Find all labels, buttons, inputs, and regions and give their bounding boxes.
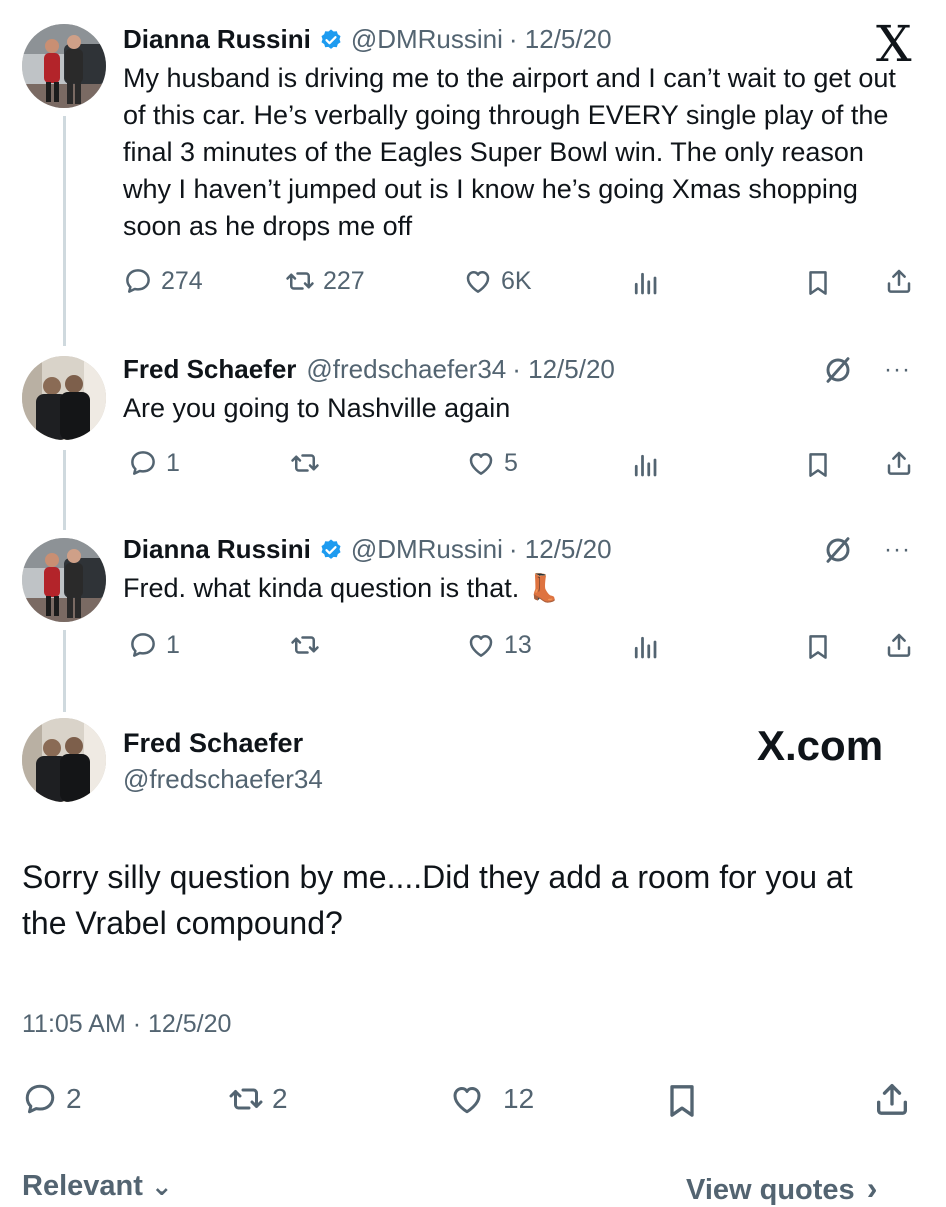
like-count: 13 bbox=[504, 630, 532, 659]
author-handle[interactable]: @DMRussini bbox=[351, 24, 503, 55]
avatar[interactable] bbox=[22, 718, 106, 802]
tweet-timestamp[interactable]: 11:05 AM · 12/5/20 bbox=[22, 1010, 231, 1039]
bookmark-icon bbox=[803, 632, 833, 662]
bookmark-button[interactable] bbox=[803, 632, 833, 662]
thread-line bbox=[63, 630, 66, 712]
like-button[interactable]: 5 bbox=[466, 448, 518, 478]
view-quotes-button[interactable]: View quotes › bbox=[686, 1170, 877, 1207]
bookmark-icon bbox=[803, 268, 833, 298]
reply-count: 1 bbox=[166, 630, 180, 659]
bookmark-icon bbox=[803, 450, 833, 480]
reply-button[interactable]: 2 bbox=[22, 1081, 82, 1117]
like-icon bbox=[449, 1081, 485, 1117]
tweet-date[interactable]: · 12/5/20 bbox=[509, 24, 612, 55]
relevant-sort-button[interactable]: Relevant ⌄ bbox=[22, 1170, 173, 1203]
muted-slash-icon[interactable] bbox=[822, 354, 854, 386]
repost-button[interactable] bbox=[290, 448, 320, 478]
muted-slash-icon[interactable] bbox=[822, 534, 854, 566]
like-count: 6K bbox=[501, 266, 532, 295]
tweet-header: Dianna Russini @DMRussini · 12/5/20 bbox=[123, 24, 612, 55]
tweet-header: Dianna Russini @DMRussini · 12/5/20 bbox=[123, 534, 612, 565]
author-name[interactable]: Fred Schaefer bbox=[123, 728, 303, 759]
bookmark-button[interactable] bbox=[803, 450, 833, 480]
like-button[interactable]: 6K bbox=[463, 266, 532, 296]
like-icon bbox=[466, 630, 496, 660]
like-button[interactable]: 12 bbox=[449, 1081, 534, 1117]
reply-button[interactable]: 274 bbox=[123, 266, 203, 296]
share-button[interactable] bbox=[884, 630, 914, 660]
share-icon bbox=[872, 1079, 912, 1119]
reply-icon bbox=[123, 266, 153, 296]
author-handle[interactable]: @fredschaefer34 bbox=[123, 764, 323, 795]
avatar[interactable] bbox=[22, 24, 106, 108]
reply-icon bbox=[128, 448, 158, 478]
share-button[interactable] bbox=[884, 448, 914, 478]
author-handle[interactable]: @DMRussini bbox=[351, 534, 503, 565]
repost-button[interactable]: 2 bbox=[228, 1081, 288, 1117]
author-name[interactable]: Dianna Russini bbox=[123, 24, 311, 55]
repost-button[interactable]: 227 bbox=[285, 266, 365, 296]
tweet-date[interactable]: · 12/5/20 bbox=[512, 354, 615, 385]
views-icon bbox=[630, 632, 660, 662]
repost-count: 2 bbox=[272, 1083, 288, 1114]
bookmark-button[interactable] bbox=[803, 268, 833, 298]
author-name[interactable]: Dianna Russini bbox=[123, 534, 311, 565]
more-icon[interactable]: ··· bbox=[884, 356, 911, 384]
author-name[interactable]: Fred Schaefer bbox=[123, 354, 296, 385]
repost-icon bbox=[290, 630, 320, 660]
views-button[interactable] bbox=[630, 450, 660, 480]
share-icon bbox=[884, 266, 914, 296]
like-count: 12 bbox=[503, 1083, 535, 1114]
verified-badge-icon bbox=[319, 28, 343, 52]
share-button[interactable] bbox=[884, 266, 914, 296]
views-button[interactable] bbox=[630, 268, 660, 298]
chevron-down-icon: ⌄ bbox=[150, 1171, 173, 1201]
reply-button[interactable]: 1 bbox=[128, 630, 180, 660]
relevant-label: Relevant bbox=[22, 1170, 143, 1202]
tweet-text: Sorry silly question by me....Did they a… bbox=[22, 859, 853, 941]
reply-icon bbox=[128, 630, 158, 660]
like-count: 5 bbox=[504, 448, 518, 477]
views-icon bbox=[630, 450, 660, 480]
tweet-header: Fred Schaefer @fredschaefer34 · 12/5/20 bbox=[123, 354, 615, 385]
avatar-image bbox=[22, 24, 106, 108]
more-icon[interactable]: ··· bbox=[884, 536, 911, 564]
tweet-date[interactable]: · 12/5/20 bbox=[509, 534, 612, 565]
author-handle[interactable]: @fredschaefer34 bbox=[306, 354, 506, 385]
thread-line bbox=[63, 116, 66, 346]
repost-icon bbox=[285, 266, 315, 296]
tweet-text: Are you going to Nashville again bbox=[123, 393, 511, 423]
bookmark-icon bbox=[662, 1081, 702, 1121]
tweet-text: My husband is driving me to the airport … bbox=[123, 63, 896, 241]
share-icon bbox=[884, 630, 914, 660]
like-icon bbox=[463, 266, 493, 296]
reply-count: 2 bbox=[66, 1083, 82, 1114]
repost-count: 227 bbox=[323, 266, 365, 295]
x-com-watermark: X.com bbox=[757, 722, 884, 769]
views-button[interactable] bbox=[630, 632, 660, 662]
thread-line bbox=[63, 450, 66, 530]
view-quotes-label: View quotes bbox=[686, 1174, 855, 1206]
reply-count: 1 bbox=[166, 448, 180, 477]
reply-count: 274 bbox=[161, 266, 203, 295]
like-button[interactable]: 13 bbox=[466, 630, 532, 660]
avatar-image bbox=[22, 538, 106, 622]
repost-button[interactable] bbox=[290, 630, 320, 660]
repost-icon bbox=[290, 448, 320, 478]
chevron-right-icon: › bbox=[866, 1170, 878, 1206]
avatar-image bbox=[22, 718, 106, 802]
avatar[interactable] bbox=[22, 538, 106, 622]
avatar[interactable] bbox=[22, 356, 106, 440]
reply-button[interactable]: 1 bbox=[128, 448, 180, 478]
views-icon bbox=[630, 268, 660, 298]
repost-icon bbox=[228, 1081, 264, 1117]
verified-badge-icon bbox=[319, 538, 343, 562]
bookmark-button[interactable] bbox=[662, 1081, 702, 1121]
reply-icon bbox=[22, 1081, 58, 1117]
share-icon bbox=[884, 448, 914, 478]
tweet-text: Fred. what kinda question is that. 👢 bbox=[123, 573, 561, 603]
share-button[interactable] bbox=[872, 1079, 912, 1119]
like-icon bbox=[466, 448, 496, 478]
avatar-image bbox=[22, 356, 106, 440]
